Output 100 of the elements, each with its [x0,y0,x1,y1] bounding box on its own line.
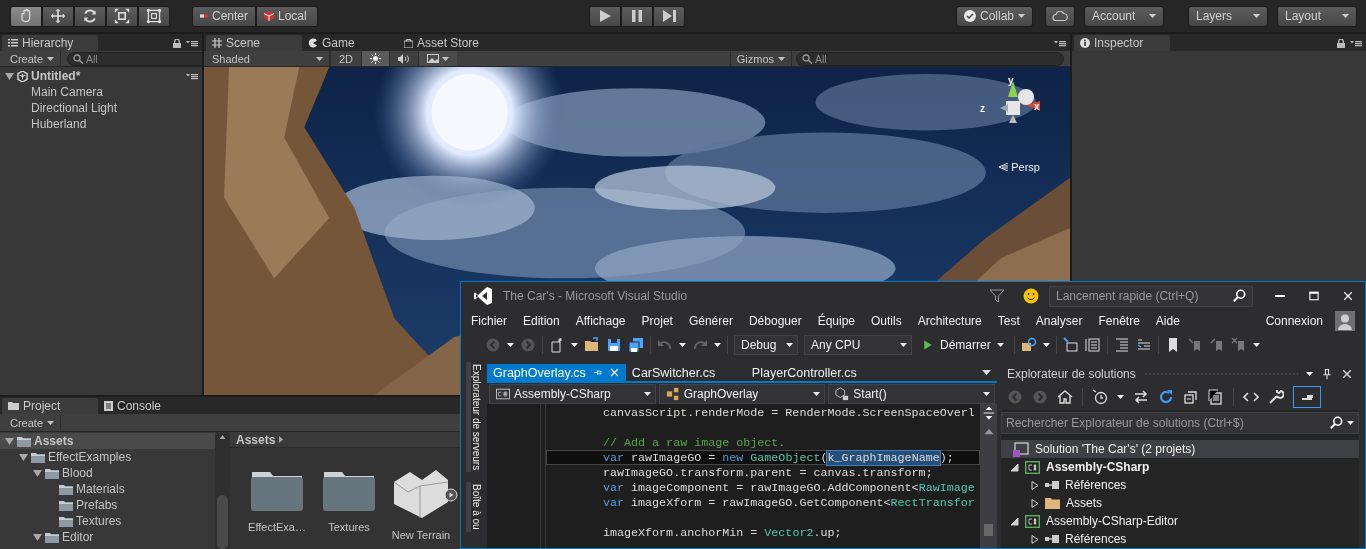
expand-arrow-icon[interactable] [1031,534,1039,544]
platform-dropdown[interactable]: Any CPU [804,335,912,355]
tree-item[interactable]: Assets [0,433,215,449]
tree-item[interactable]: EffectExamples [0,449,215,465]
search-field[interactable]: All [67,51,202,66]
menu-item[interactable]: Analyser [1027,311,1091,331]
navigation-dropdown[interactable]: Assembly-CSharp [489,384,656,404]
tree-item[interactable]: Références [1001,476,1359,494]
menu-item[interactable]: Test [989,311,1028,331]
create-dropdown[interactable]: Create [4,415,62,430]
indent-icon[interactable] [1113,337,1130,353]
step-button[interactable] [653,5,685,27]
game-tab[interactable]: Game [302,35,398,51]
comment-lines-icon[interactable] [1135,337,1152,353]
play-button[interactable] [589,5,621,27]
hierarchy-tab[interactable]: Hierarchy [2,35,98,51]
tree-item[interactable]: Blood [0,465,215,481]
breadcrumb[interactable]: Assets [230,432,460,448]
expand-arrow-icon[interactable] [5,71,14,81]
play-circle-icon[interactable] [444,488,458,502]
hand-tool-button[interactable] [10,5,42,27]
menu-item[interactable]: Fichier [463,311,515,331]
panel-menu-icon[interactable] [186,72,198,80]
collapse-all-icon[interactable] [1183,389,1199,405]
menu-item[interactable]: Architecture [909,311,990,331]
pin-icon[interactable] [1321,368,1333,380]
open-folder-icon[interactable] [584,337,600,353]
menu-item[interactable]: Edition [515,311,568,331]
scroll-thumb[interactable] [217,495,228,549]
pause-button[interactable] [621,5,653,27]
close-icon[interactable] [608,367,620,378]
panel-menu-icon[interactable] [1054,39,1066,47]
projection-toggle[interactable]: Persp [998,161,1040,173]
layers-dropdown[interactable]: Layers [1188,5,1268,27]
scrollbar[interactable] [980,404,997,548]
copy-pages-icon[interactable] [1208,389,1224,405]
cloud-button[interactable] [1045,5,1075,27]
tree-item[interactable]: Assembly-CSharp [1001,458,1359,476]
file-tab[interactable]: CarSwitcher.cs [625,364,746,381]
inspector-tab[interactable]: Inspector [1074,35,1170,51]
create-dropdown[interactable]: Create [4,51,62,66]
panel-menu-icon[interactable] [186,39,198,47]
side-tab[interactable]: Explorateur de serveurs [466,362,482,473]
menu-item[interactable]: Générer [680,311,741,331]
expand-arrow-icon[interactable] [19,452,28,462]
effects-dropdown[interactable] [418,51,458,66]
panel-menu-icon[interactable] [1350,39,1362,47]
tree-item[interactable]: Directional Light [0,100,202,116]
scrollbar[interactable] [215,432,230,549]
lock-icon[interactable] [173,38,181,48]
search-field[interactable]: Rechercher Explorateur de solutions (Ctrl+$) [1001,412,1359,434]
save-icon[interactable] [606,337,622,353]
layout-icon[interactable] [1084,337,1101,353]
new-item-icon[interactable] [549,337,565,353]
asset-store-tab[interactable]: Asset Store [398,35,508,51]
bookmark-clear-icon[interactable] [1230,337,1247,353]
pivot-toggle-button[interactable]: Center [192,5,256,27]
scale-tool-button[interactable] [106,5,138,27]
scene-tab[interactable]: Scene [206,35,302,51]
bookmark-next-icon[interactable] [1208,337,1225,353]
account-dropdown[interactable]: Account [1084,5,1164,27]
lock-icon[interactable] [1337,38,1345,48]
tab-list-caret-icon[interactable] [982,370,991,375]
start-button[interactable]: Démarrer [918,335,1008,355]
expand-arrow-icon[interactable] [33,468,42,478]
lighting-toggle[interactable] [361,51,390,66]
menu-item[interactable]: Déboguer [740,311,810,331]
avatar-icon[interactable] [1335,311,1355,331]
expand-arrow-icon[interactable] [1031,480,1039,490]
tree-item[interactable]: Main Camera [0,84,202,100]
menu-item[interactable]: Projet [633,311,681,331]
sync-icon[interactable] [1133,389,1149,405]
expand-arrow-icon[interactable] [1031,498,1039,508]
preview-toggle[interactable] [1293,386,1321,408]
refresh-icon[interactable] [1158,389,1174,405]
menu-item[interactable]: Affichage [567,311,634,331]
tree-item[interactable]: Solution 'The Car's' (2 projets) [1001,440,1359,458]
expand-arrow-icon[interactable] [33,532,42,542]
save-all-icon[interactable] [628,337,644,353]
rect-tool-button[interactable] [138,5,170,27]
expand-arrow-icon[interactable] [1011,462,1019,472]
tree-item[interactable]: Références [1001,530,1359,548]
console-tab[interactable]: Console [98,398,194,414]
tree-item[interactable]: Assets [1001,494,1359,512]
shading-dropdown[interactable]: Shaded [204,51,330,66]
tree-item[interactable]: Untitled* [0,68,202,84]
project-tab[interactable]: Project [2,398,98,414]
tree-item[interactable]: Textures [0,513,215,529]
tree-item[interactable]: Prefabs [0,497,215,513]
collab-dropdown[interactable]: Collab [956,5,1033,27]
menu-item[interactable]: Fenêtre [1090,311,1148,331]
scroll-thumb[interactable] [984,524,993,536]
close-icon[interactable] [1341,368,1353,380]
tree-item[interactable]: Editor [0,529,215,545]
expand-arrow-icon[interactable] [1011,516,1019,526]
menu-item[interactable]: Aide [1147,311,1188,331]
home-icon[interactable] [1057,389,1073,405]
navigation-dropdown[interactable]: Start() [828,384,995,404]
file-tab[interactable]: GraphOverlay.cs [487,364,626,381]
configuration-dropdown[interactable]: Debug [734,335,798,355]
